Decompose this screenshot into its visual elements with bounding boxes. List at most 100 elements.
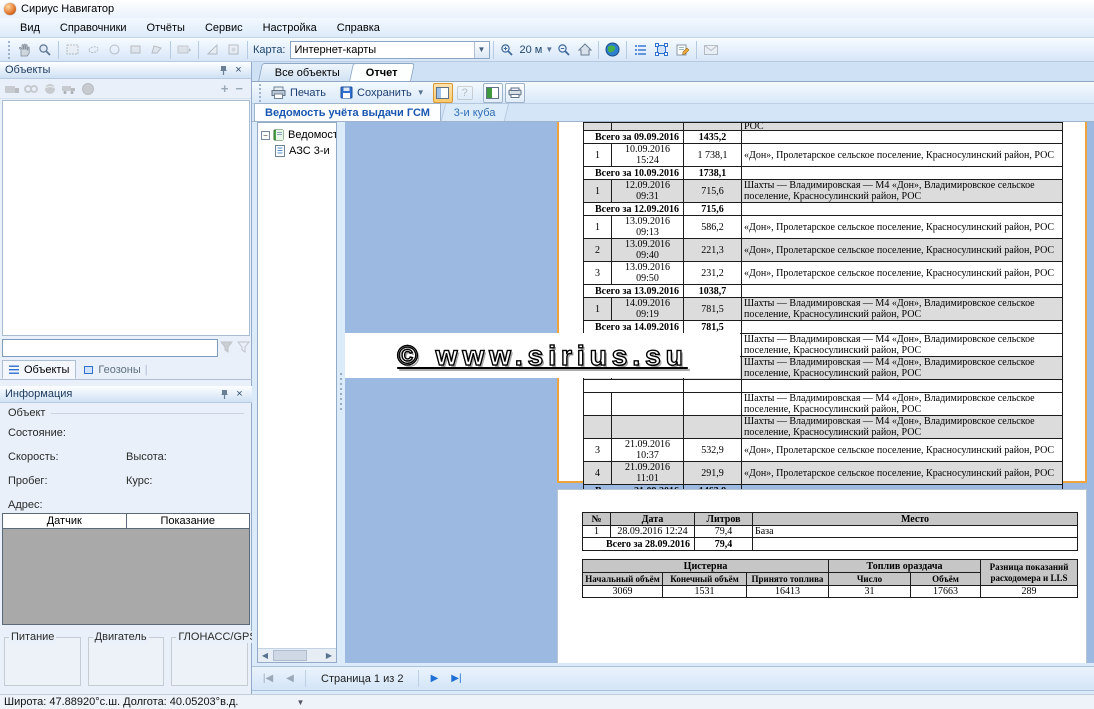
report-tab-active-label: Ведомость учёта выдачи ГСМ: [265, 107, 430, 119]
glonass-label: ГЛОНАСС/GPS: [176, 631, 258, 643]
menu-item[interactable]: Отчёты: [137, 19, 195, 37]
map-combobox[interactable]: Интернет-карты ▼: [290, 41, 490, 59]
geozone-edit-button[interactable]: [651, 40, 672, 60]
table-cell: Всего за 28.09.2016: [583, 538, 695, 551]
follow-object-icon[interactable]: [4, 82, 20, 96]
filter-apply-icon[interactable]: [220, 341, 235, 355]
table-cell: 221,3: [684, 239, 742, 262]
next-page-button[interactable]: ▶: [424, 669, 444, 688]
map-combobox-value: Интернет-карты: [291, 44, 474, 56]
save-button[interactable]: Сохранить ▼: [333, 83, 432, 103]
ruler-button[interactable]: [202, 40, 223, 60]
menu-item[interactable]: Справка: [327, 19, 390, 37]
filter-clear-icon[interactable]: [237, 341, 252, 355]
report-row: 113.09.2016 09:13586,2«Дон», Пролетарско…: [584, 216, 1063, 239]
print-preview-button[interactable]: [505, 83, 525, 103]
menu-item[interactable]: Сервис: [195, 19, 253, 37]
zoom-level-caret-icon[interactable]: ▼: [545, 45, 553, 54]
map-combobox-arrow-icon[interactable]: ▼: [474, 42, 489, 58]
menu-item[interactable]: Справочники: [50, 19, 137, 37]
menu-item[interactable]: Вид: [10, 19, 50, 37]
link-objects-icon[interactable]: [23, 82, 39, 96]
table-cell: 3069: [583, 586, 663, 598]
expand-all-icon[interactable]: +: [221, 81, 229, 96]
report-tab-active[interactable]: Ведомость учёта выдачи ГСМ: [254, 103, 441, 121]
report-preview[interactable]: РОСВсего за 09.09.20161435,2110.09.2016 …: [345, 122, 1094, 663]
select-rect-button[interactable]: [62, 40, 83, 60]
select-circle-button[interactable]: [104, 40, 125, 60]
objects-list[interactable]: [2, 100, 250, 336]
table-cell: 1: [584, 216, 612, 239]
show-on-map-icon[interactable]: [42, 82, 58, 96]
tab-report[interactable]: Отчет: [349, 63, 415, 81]
object-filter-input[interactable]: [2, 339, 218, 357]
report-tab-second[interactable]: 3-и куба: [441, 103, 509, 121]
statusbar-caret-icon[interactable]: ▼: [296, 698, 304, 707]
tab-all-objects[interactable]: Все объекты: [258, 63, 357, 81]
menu-item[interactable]: Настройка: [253, 19, 327, 37]
first-page-button[interactable]: |◀: [258, 669, 278, 688]
select-area-button[interactable]: [125, 40, 146, 60]
table-cell: 1531: [663, 586, 747, 598]
zoom-in-button[interactable]: [497, 40, 518, 60]
notes-edit-button[interactable]: [672, 40, 693, 60]
scroll-right-icon[interactable]: ▶: [322, 649, 336, 662]
page-indicator: Страница 1 из 2: [311, 673, 413, 685]
pan-hand-button[interactable]: [13, 40, 34, 60]
cistern-summary-table: ЦистернаТоплив ораздачаРазница показаний…: [582, 559, 1078, 598]
tree-item-root[interactable]: − Ведомость: [258, 127, 336, 143]
tree-splitter[interactable]: [337, 122, 345, 663]
report-page-1: РОСВсего за 09.09.20161435,2110.09.2016 …: [557, 122, 1087, 483]
home-view-button[interactable]: [574, 40, 595, 60]
objects-close-icon[interactable]: ×: [231, 63, 246, 77]
zoom-level-value[interactable]: 20 м: [520, 44, 543, 56]
table-cell: [742, 380, 1063, 393]
tab-objects[interactable]: Объекты: [2, 360, 76, 379]
objects-pin-icon[interactable]: [216, 63, 231, 77]
select-lasso-button[interactable]: [83, 40, 104, 60]
send-message-button[interactable]: [700, 40, 721, 60]
layers-button[interactable]: [174, 40, 195, 60]
report-page-tabs: Ведомость учёта выдачи ГСМ 3-и куба: [252, 104, 1094, 122]
fuel-issue-table-page2: №ДатаЛитровМесто128.09.2016 12:2479,4Баз…: [582, 512, 1078, 551]
report-row: Всего за 12.09.2016715,6: [584, 203, 1063, 216]
report-page-icon: [274, 145, 286, 157]
tab-geozones[interactable]: Геозоны |: [76, 360, 154, 379]
toolbar-separator: [696, 41, 697, 59]
report-header-row: №ДатаЛитровМесто: [583, 513, 1078, 526]
toggle-parameters-button[interactable]: [433, 83, 453, 103]
print-button[interactable]: Печать: [264, 83, 333, 103]
zoom-out-button[interactable]: [553, 40, 574, 60]
sidebar: Объекты × + − Объекты Геозоны |: [0, 62, 252, 694]
page-setup-button[interactable]: [483, 83, 503, 103]
zoom-select-button[interactable]: [34, 40, 55, 60]
stamp-button[interactable]: [223, 40, 244, 60]
info-pin-icon[interactable]: [217, 387, 232, 401]
collapse-all-icon[interactable]: −: [235, 81, 243, 96]
scroll-left-icon[interactable]: ◀: [258, 649, 272, 662]
vehicle-icon[interactable]: [61, 82, 77, 96]
report-tree-panel: − Ведомость АЗС 3-и ◀ ▶: [257, 122, 337, 663]
scroll-thumb[interactable]: [273, 650, 307, 661]
select-polygon-button[interactable]: [146, 40, 167, 60]
save-caret-icon[interactable]: ▼: [417, 88, 425, 97]
globe-small-icon[interactable]: [80, 82, 96, 96]
tree-hscrollbar[interactable]: ◀ ▶: [258, 648, 336, 662]
tab-geozones-label: Геозоны: [98, 364, 140, 376]
info-panel-title: Информация: [5, 388, 72, 400]
toolbar-separator: [626, 41, 627, 59]
report-row: [584, 380, 1063, 393]
tree-expander-icon[interactable]: −: [261, 131, 270, 140]
sensors-col-sensor: Датчик: [3, 514, 127, 528]
last-page-button[interactable]: ▶|: [446, 669, 466, 688]
info-close-icon[interactable]: ×: [232, 387, 247, 401]
help-button[interactable]: ?: [455, 83, 475, 103]
report-total-row: Всего за 28.09.201679,4: [583, 538, 1078, 551]
report-row: 110.09.2016 15:241 738,1«Дон», Пролетарс…: [584, 144, 1063, 167]
document-tabs: Все объекты Отчет: [252, 62, 1094, 82]
prev-page-button[interactable]: ◀: [280, 669, 300, 688]
object-list-button[interactable]: [630, 40, 651, 60]
pager-separator: [305, 670, 306, 687]
globe-button[interactable]: [602, 40, 623, 60]
tree-item-child[interactable]: АЗС 3-и: [258, 143, 336, 159]
